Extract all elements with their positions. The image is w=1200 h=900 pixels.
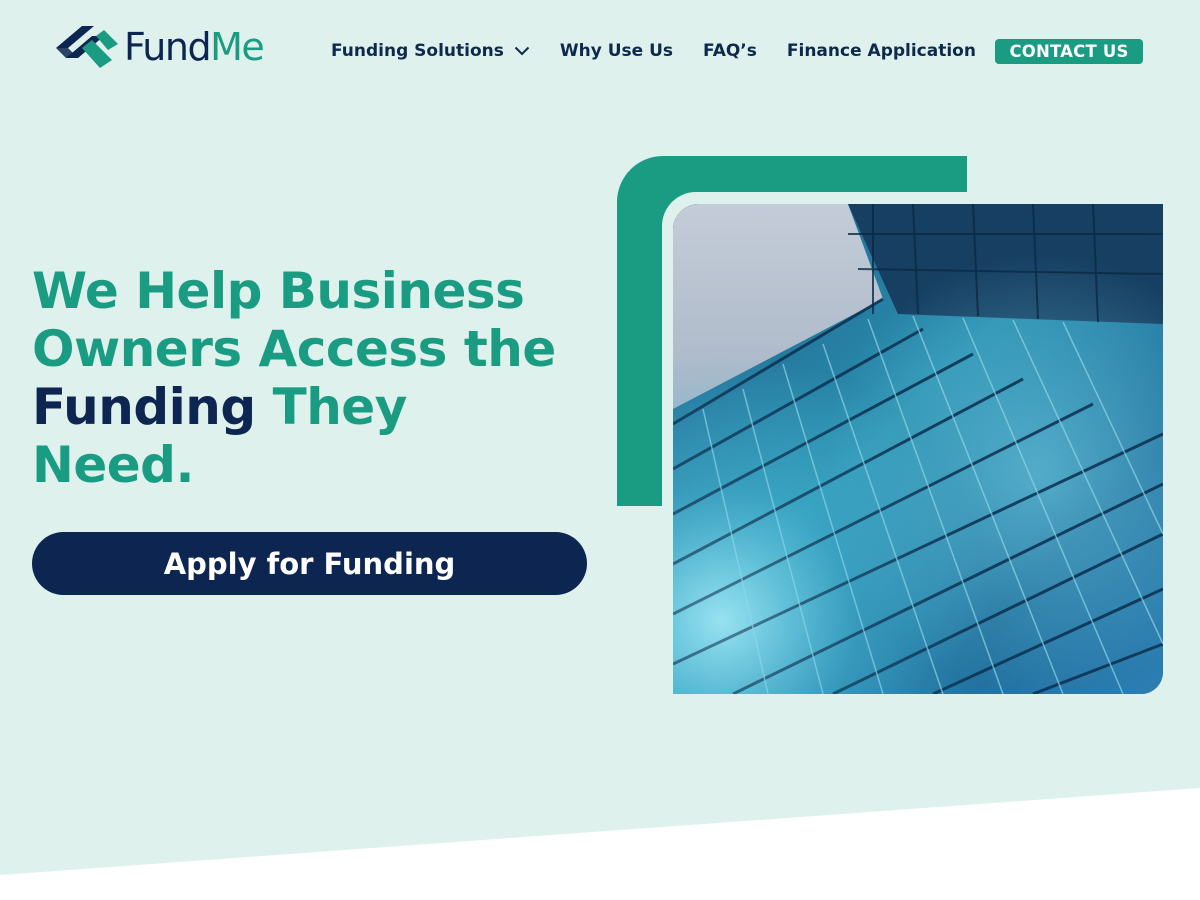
logo-text-fund: Fund bbox=[124, 25, 212, 69]
nav-why-use-us[interactable]: Why Use Us bbox=[560, 41, 673, 61]
main-nav: Funding Solutions Why Use Us FAQ’s Finan… bbox=[331, 38, 976, 64]
hero-heading: We Help Business Owners Access the Fundi… bbox=[32, 262, 622, 494]
nav-finance-application[interactable]: Finance Application bbox=[787, 41, 976, 61]
fundme-logo[interactable]: FundMe bbox=[52, 22, 265, 72]
logo-wordmark: FundMe bbox=[124, 25, 265, 69]
nav-finance-application-label: Finance Application bbox=[786, 41, 976, 61]
hero-line-1: We Help Business bbox=[32, 262, 525, 320]
logo-mark-icon bbox=[56, 26, 118, 68]
logo-text-me: Me bbox=[210, 25, 265, 69]
hero-building-image bbox=[673, 204, 1163, 694]
glass-building-illustration bbox=[673, 204, 1163, 694]
nav-funding-solutions-label: Funding Solutions bbox=[331, 41, 504, 61]
site-header: FundMe Funding Solutions Why Use Us FAQ’… bbox=[0, 0, 1200, 100]
nav-why-use-us-label: Why Use Us bbox=[559, 41, 674, 61]
hero-line-3-rest: They bbox=[255, 378, 408, 436]
hero-line-2: Owners Access the bbox=[32, 320, 556, 378]
nav-faqs-label: FAQ’s bbox=[703, 41, 757, 61]
chevron-down-icon[interactable] bbox=[514, 46, 530, 56]
apply-for-funding-button[interactable]: Apply for Funding bbox=[32, 532, 587, 595]
nav-funding-solutions[interactable]: Funding Solutions bbox=[331, 41, 530, 61]
nav-faqs[interactable]: FAQ’s bbox=[703, 41, 757, 61]
hero-line-4: Need. bbox=[32, 436, 194, 494]
contact-us-button[interactable]: CONTACT US bbox=[995, 39, 1143, 64]
section-divider-slant bbox=[0, 788, 1200, 900]
hero-line-3-highlight: Funding bbox=[32, 378, 256, 436]
